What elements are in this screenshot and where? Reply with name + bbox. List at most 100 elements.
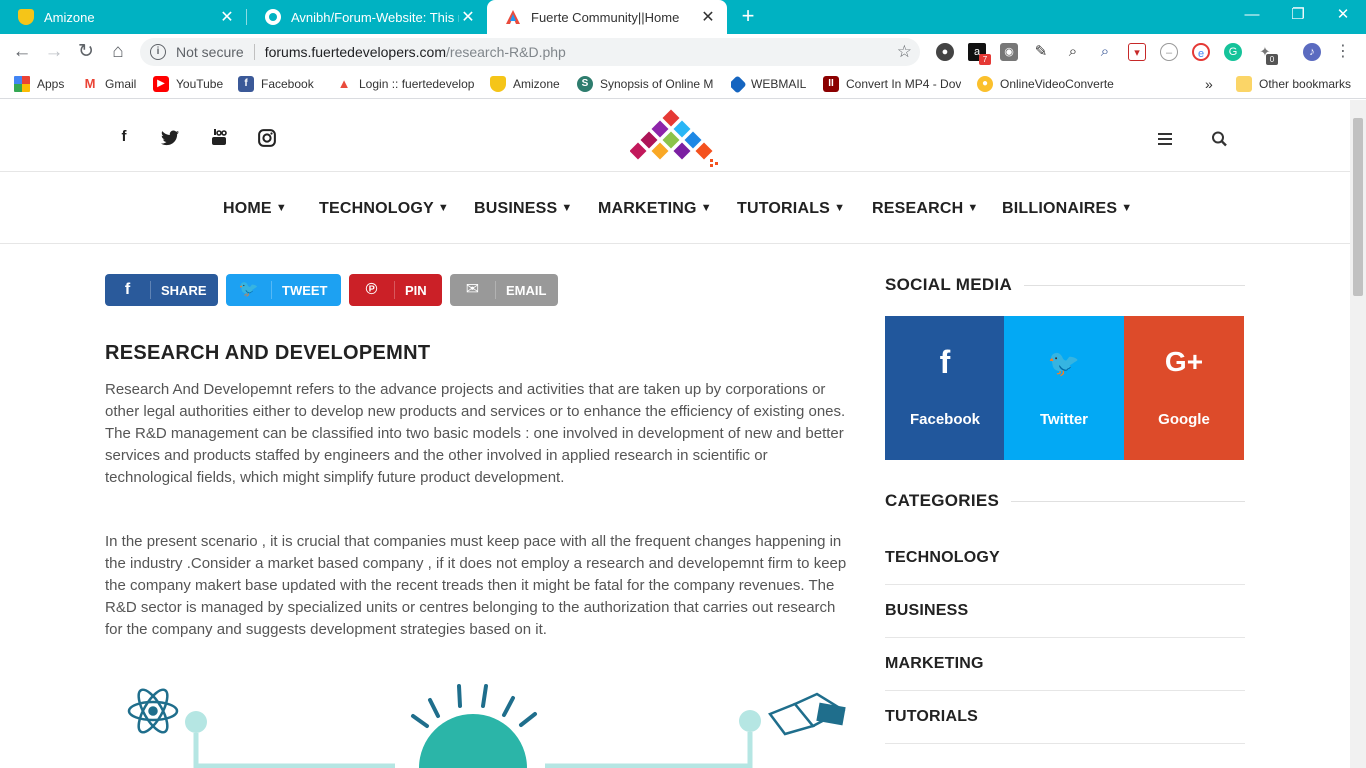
fuerte-icon: ▲ [336, 76, 352, 92]
facebook-icon: f [939, 344, 951, 380]
instagram-icon[interactable] [258, 129, 276, 147]
bookmark-amizone[interactable]: Amizone [490, 75, 560, 93]
search-extension-icon[interactable]: ⌕ [1096, 43, 1114, 61]
bookmark-apps[interactable]: Apps [14, 75, 64, 93]
home-icon[interactable]: ⌂ [106, 40, 130, 64]
bookmark-label: OnlineVideoConverte [1000, 77, 1114, 91]
article-paragraph: In the present scenario , it is crucial … [105, 533, 847, 638]
zoom-extension-icon[interactable]: ⌕ [1064, 43, 1082, 61]
browser-tab-fuerte[interactable]: Fuerte Community||Home ✕ [487, 0, 727, 34]
close-tab-icon[interactable]: ✕ [699, 7, 717, 27]
share-facebook-button[interactable]: f SHARE [105, 274, 218, 306]
forward-arrow-icon[interactable]: → [42, 40, 66, 64]
info-icon[interactable]: i [150, 44, 166, 60]
restore-window-icon[interactable]: ❐ [1275, 0, 1321, 30]
minimize-window-icon[interactable]: — [1229, 0, 1275, 30]
nav-item-home[interactable]: HOME ▼ [223, 200, 287, 218]
new-tab-button[interactable]: + [737, 5, 759, 27]
browser-tab-github[interactable]: Avnibh/Forum-Website: This repo ✕ [247, 0, 487, 34]
facebook-icon: f [105, 281, 151, 299]
bookmark-label: Facebook [261, 77, 314, 91]
nav-item-research[interactable]: RESEARCH ▼ [872, 200, 978, 218]
social-name: Facebook [909, 411, 981, 428]
bookmark-label: YouTube [176, 77, 224, 91]
nav-item-marketing[interactable]: MARKETING ▼ [598, 200, 712, 218]
bookmark-youtube[interactable]: ▶ YouTube [153, 75, 223, 93]
bookmark-star-icon[interactable]: ☆ [897, 42, 912, 62]
tweet-button[interactable]: 🐦 TWEET [226, 274, 341, 306]
caret-down-icon: ▼ [437, 202, 449, 214]
nav-item-tutorials[interactable]: TUTORIALS ▼ [737, 200, 845, 218]
omnibox-divider [253, 44, 255, 60]
email-share-button[interactable]: ✉ EMAIL [450, 274, 558, 306]
bookmark-video-converter[interactable]: ● OnlineVideoConverte [977, 75, 1115, 93]
block-extension-icon[interactable]: – [1160, 43, 1178, 61]
caret-down-icon: ▼ [967, 202, 979, 214]
bookmark-webmail[interactable]: WEBMAIL [731, 75, 806, 93]
browser-tab-bar: Amizone ✕ Avnibh/Forum-Website: This rep… [0, 0, 1366, 34]
social-media-heading: SOCIAL MEDIA [885, 275, 1245, 295]
twitter-social-tile[interactable]: 🐦 Twitter [1004, 316, 1124, 460]
close-window-icon[interactable]: ✕ [1320, 0, 1366, 30]
chrome-extension-icon[interactable]: e [1192, 43, 1210, 61]
profile-avatar[interactable]: ♪ [1303, 43, 1321, 61]
nav-label: HOME [223, 200, 272, 217]
google-plus-social-tile[interactable]: G+ Google [1124, 316, 1244, 460]
social-name: Google [1158, 411, 1210, 428]
category-business[interactable]: BUSINESS [885, 585, 1245, 638]
hamburger-menu-icon[interactable] [1156, 130, 1176, 148]
close-tab-icon[interactable]: ✕ [218, 7, 236, 27]
facebook-social-tile[interactable]: f Facebook [885, 316, 1005, 460]
atom-icon [127, 688, 179, 734]
bookmark-gmail[interactable]: M Gmail [82, 75, 136, 93]
nav-item-business[interactable]: BUSINESS ▼ [474, 200, 573, 218]
category-marketing[interactable]: MARKETING [885, 638, 1245, 691]
github-icon [265, 9, 281, 25]
close-tab-icon[interactable]: ✕ [459, 7, 477, 27]
bookmark-convert-mp4[interactable]: II Convert In MP4 - Dov [823, 75, 961, 93]
browser-toolbar: ← → ↻ ⌂ i Not secure forums.fuertedevelo… [0, 34, 1366, 70]
grammarly-extension-icon[interactable]: G [1224, 43, 1242, 61]
lightbulb-extension-icon[interactable]: ● [936, 43, 954, 61]
social-name: Twitter [1039, 411, 1089, 428]
other-bookmarks-folder[interactable]: Other bookmarks [1236, 75, 1351, 93]
video-converter-icon: ● [977, 76, 993, 92]
bookmark-label: Login :: fuertedevelop [359, 77, 475, 91]
category-tutorials[interactable]: TUTORIALS [885, 691, 1245, 744]
heading-rule [1024, 284, 1245, 286]
youtube-icon[interactable] [210, 128, 228, 146]
heading-text: CATEGORIES [885, 491, 1000, 510]
more-menu-icon[interactable]: ⋮ [1334, 43, 1352, 61]
bookmark-fuerte-login[interactable]: ▲ Login :: fuertedevelop [336, 75, 476, 93]
envelope-icon: ✉ [450, 281, 496, 299]
open-book-icon [768, 692, 846, 736]
reload-icon[interactable]: ↻ [74, 40, 98, 64]
youtube-icon: ▶ [153, 76, 169, 92]
nav-item-technology[interactable]: TECHNOLOGY ▼ [319, 200, 449, 218]
tab-title: Fuerte Community||Home [531, 9, 680, 25]
scrollbar-thumb[interactable] [1353, 118, 1363, 296]
pocket-extension-icon[interactable]: ▾ [1128, 43, 1146, 61]
heading-rule [1011, 500, 1245, 502]
pen-extension-icon[interactable]: ✎ [1032, 43, 1050, 61]
bookmark-label: Apps [37, 77, 65, 91]
pin-button[interactable]: ℗ PIN [349, 274, 442, 306]
apps-grid-icon [14, 76, 30, 92]
camera-extension-icon[interactable]: ◉ [1000, 43, 1018, 61]
share-label: EMAIL [506, 282, 547, 298]
facebook-icon[interactable]: f [115, 128, 133, 146]
bookmark-facebook[interactable]: f Facebook [238, 75, 314, 93]
back-arrow-icon[interactable]: ← [10, 40, 34, 64]
browser-tab-amizone[interactable]: Amizone ✕ [0, 0, 246, 34]
fuerte-logo-icon[interactable] [630, 108, 722, 170]
category-technology[interactable]: TECHNOLOGY [885, 532, 1245, 585]
page-scrollbar[interactable] [1350, 100, 1366, 768]
bookmarks-overflow-button[interactable]: » [1205, 75, 1213, 93]
nav-item-billionaires[interactable]: BILLIONAIRES ▼ [1002, 200, 1132, 218]
search-icon[interactable] [1210, 130, 1230, 148]
bookmark-label: WEBMAIL [751, 77, 807, 91]
address-bar[interactable]: i Not secure forums.fuertedevelopers.com… [140, 38, 920, 66]
pinterest-icon: ℗ [349, 281, 395, 299]
twitter-icon[interactable] [161, 129, 179, 147]
bookmark-synopsis[interactable]: S Synopsis of Online M [577, 75, 715, 93]
